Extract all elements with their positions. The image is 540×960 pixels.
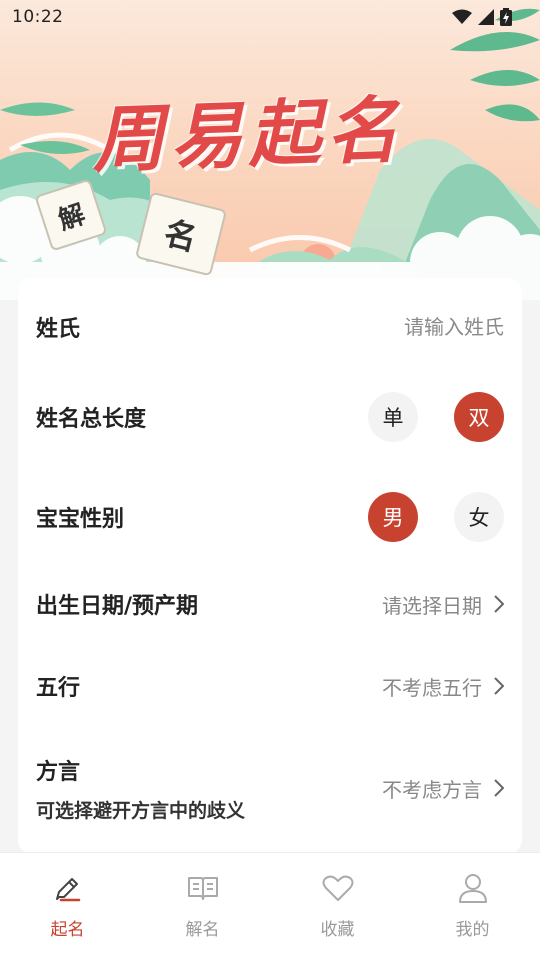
pencil-icon: [51, 871, 85, 905]
dialect-sublabel: 可选择避开方言中的歧义: [36, 800, 246, 822]
name-length-single-option[interactable]: 单: [368, 392, 418, 442]
nav-item-naming[interactable]: 起名: [0, 853, 135, 960]
nav-label-favorites: 收藏: [320, 920, 355, 940]
battery-icon: [500, 8, 512, 26]
cellular-signal-icon: [478, 9, 494, 25]
gender-row: 宝宝性别 男 女: [18, 490, 522, 544]
surname-input[interactable]: [324, 315, 504, 339]
chevron-right-icon: [494, 595, 504, 613]
user-icon: [456, 871, 490, 905]
nav-label-naming: 起名: [50, 920, 85, 940]
birth-date-value: 请选择日期: [382, 593, 482, 618]
surname-label: 姓氏: [36, 317, 81, 342]
status-time: 10:22: [12, 7, 64, 27]
book-icon: [186, 871, 220, 905]
birth-date-label: 出生日期/预产期: [36, 594, 199, 619]
naming-form-card: 姓氏 姓名总长度 单 双 宝宝性别 男 女 出生日期/预产期 请选择日期 五行: [18, 278, 522, 854]
dialect-label: 方言: [36, 760, 81, 785]
name-length-label: 姓名总长度: [36, 407, 147, 432]
dialect-row[interactable]: 方言 可选择避开方言中的歧义 不考虑方言: [18, 748, 522, 828]
wifi-icon: [452, 9, 472, 24]
nav-item-interpret[interactable]: 解名: [135, 853, 270, 960]
dialect-value: 不考虑方言: [382, 777, 482, 802]
chevron-right-icon: [494, 779, 504, 797]
heart-icon: [321, 871, 355, 905]
wuxing-value: 不考虑五行: [382, 675, 482, 700]
name-length-row: 姓名总长度 单 双: [18, 390, 522, 444]
nav-label-profile: 我的: [455, 920, 490, 940]
nav-item-profile[interactable]: 我的: [405, 853, 540, 960]
nav-item-favorites[interactable]: 收藏: [270, 853, 405, 960]
wuxing-row[interactable]: 五行 不考虑五行: [18, 666, 522, 706]
bottom-navigation: 起名 解名 收藏 我的: [0, 852, 540, 960]
hero-banner: 10:22 周易起名 解 名: [0, 0, 540, 300]
surname-row: 姓氏: [18, 302, 522, 352]
chevron-right-icon: [494, 677, 504, 695]
status-icons: [452, 8, 512, 26]
name-length-double-option[interactable]: 双: [454, 392, 504, 442]
wuxing-label: 五行: [36, 676, 81, 701]
hero-title: 周易起名: [90, 86, 406, 183]
gender-female-option[interactable]: 女: [454, 492, 504, 542]
nav-label-interpret: 解名: [185, 920, 220, 940]
gender-male-option[interactable]: 男: [368, 492, 418, 542]
gender-label: 宝宝性别: [36, 507, 125, 532]
birth-date-row[interactable]: 出生日期/预产期 请选择日期: [18, 584, 522, 624]
status-bar: 10:22: [0, 0, 540, 34]
